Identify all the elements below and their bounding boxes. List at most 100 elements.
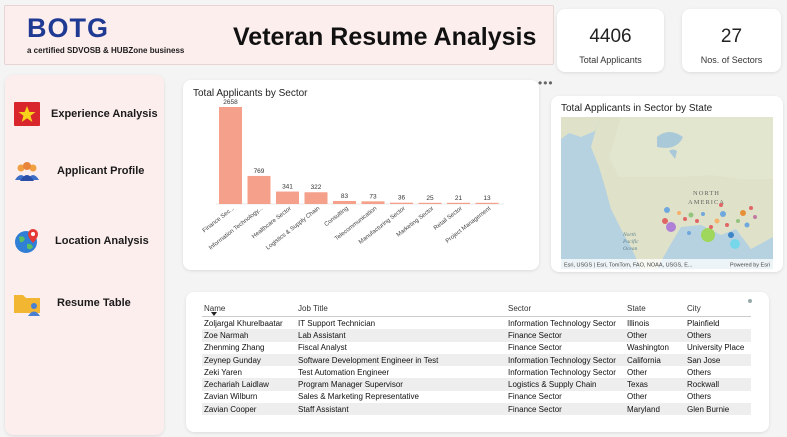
table-cell-sector: Finance Sector <box>508 392 562 402</box>
category-tick-label: Information Technology... <box>208 206 264 252</box>
data-label: 322 <box>311 184 322 191</box>
bar[interactable] <box>447 202 470 204</box>
table-cell-sector: Information Technology Sector <box>506 353 625 367</box>
north-america-map: NORTH AMERICA North Pacific Ocean Esri, … <box>561 117 773 269</box>
data-label: 769 <box>254 168 265 175</box>
nav-applicant-profile[interactable]: Applicant Profile <box>5 154 164 190</box>
table-row[interactable]: Zechariah Laidlaw Program Manager Supervi… <box>202 378 751 391</box>
header-banner: BOTG a certified SDVOSB & HUBZone busine… <box>4 5 554 65</box>
table-row[interactable]: Zeynep Gunday Software Development Engine… <box>202 353 751 367</box>
table-cell-state: Other <box>627 392 648 402</box>
table-cell-name: Zhenming Zhang <box>204 343 265 353</box>
kpi-value: 27 <box>720 26 743 47</box>
table-cell-name: Zoljargal Khurelbaatar <box>204 318 283 328</box>
kpi-value: 4406 <box>589 26 632 47</box>
nav-resume-table[interactable]: Resume Table <box>5 286 164 322</box>
table-cell-state: Illinois <box>627 318 650 328</box>
bar[interactable] <box>475 202 499 204</box>
table-cell-city: Rockwall <box>685 378 751 391</box>
table-cell-city: San Jose <box>685 353 751 367</box>
table-cell-name: Zeki Yaren <box>204 367 242 377</box>
globe-pin-icon <box>15 229 38 253</box>
resume-table-card: Name Job Title Sector State City Zoljarg… <box>186 292 769 432</box>
bar[interactable] <box>390 202 413 204</box>
table-body: Zoljargal Khurelbaatar IT Support Technic… <box>202 317 751 416</box>
table-row[interactable]: Zoe Narmah Lab Assistant Finance Sector Oth… <box>202 329 751 342</box>
kpi-label: Total Applicants <box>579 55 642 65</box>
map-label-north: NORTH <box>693 190 720 197</box>
column-header-sector[interactable]: Sector <box>506 300 625 317</box>
star-flag-icon <box>14 102 40 126</box>
table-cell-sector: Information Technology Sector <box>508 318 616 328</box>
bar[interactable] <box>276 191 299 204</box>
bar[interactable] <box>219 107 242 204</box>
data-label: 73 <box>369 193 377 200</box>
nav-label: Applicant Profile <box>57 165 145 177</box>
table-cell-job-title: Software Development Engineer in Test <box>296 353 506 367</box>
kpi-nos-of-sectors: 27 Nos. of Sectors <box>682 9 781 72</box>
svg-text:North: North <box>622 232 636 238</box>
table-row[interactable]: Zavian Cooper Staff Assistant Finance Sect… <box>202 403 751 416</box>
table-cell-job-title: IT Support Technician <box>298 318 376 328</box>
table-cell-city: Others <box>687 392 712 402</box>
table-cell-job-title: Lab Assistant <box>296 329 506 342</box>
table-cell-city: Others <box>685 329 751 342</box>
column-header-city[interactable]: City <box>685 300 751 317</box>
nav-label: Location Analysis <box>55 235 149 247</box>
table-cell-name: Zavian Cooper <box>202 403 296 416</box>
column-header-job-title[interactable]: Job Title <box>296 300 506 317</box>
table-cell-state: Texas <box>625 378 685 391</box>
map-attribution: Esri, USGS | Esri, TomTom, FAO, NOAA, US… <box>564 263 693 269</box>
data-label: 21 <box>455 195 463 202</box>
data-label: 83 <box>341 193 349 200</box>
resume-table: Name Job Title Sector State City Zoljarg… <box>202 300 751 416</box>
people-group-icon <box>15 162 39 181</box>
kpi-total-applicants: 4406 Total Applicants <box>557 9 664 72</box>
table-cell-name: Zeynep Gunday <box>202 353 296 367</box>
data-label: 36 <box>398 195 406 202</box>
bar[interactable] <box>247 175 271 204</box>
more-options-icon[interactable]: ••• <box>538 76 554 90</box>
table-cell-sector: Information Technology Sector <box>508 367 616 377</box>
table-cell-name: Zavian Wilburn <box>204 392 258 402</box>
scrollbar-indicator[interactable] <box>748 299 752 303</box>
table-row[interactable]: Zhenming Zhang Fiscal Analyst Finance Sect… <box>202 342 751 354</box>
table-row[interactable]: Zeki Yaren Test Automation Engineer Inform… <box>202 366 751 378</box>
table-cell-job-title: Test Automation Engineer <box>298 367 390 377</box>
chart-card-applicants-by-sector: Total Applicants by Sector 2658 Finance S… <box>183 80 539 270</box>
table-cell-state: Washington <box>627 343 669 353</box>
data-label: 2658 <box>223 99 238 106</box>
table-cell-job-title: Program Manager Supervisor <box>296 378 506 391</box>
table-row[interactable]: Zoljargal Khurelbaatar IT Support Technic… <box>202 317 751 330</box>
bar[interactable] <box>361 201 385 204</box>
bar[interactable] <box>304 192 328 204</box>
table-cell-city: Glen Burnie <box>685 403 751 416</box>
bar[interactable] <box>418 202 442 204</box>
company-logo: BOTG <box>27 13 109 43</box>
bar-chart: 2658Finance Sec...769Information Technol… <box>202 99 504 252</box>
table-cell-city: Plainfield <box>687 318 720 328</box>
table-cell-state: Maryland <box>625 403 685 416</box>
kpi-label: Nos. of Sectors <box>700 55 763 65</box>
data-label: 341 <box>282 184 293 191</box>
bar[interactable] <box>333 200 356 204</box>
table-cell-city: Others <box>687 367 712 377</box>
nav-location-analysis[interactable]: Location Analysis <box>5 224 164 260</box>
data-label: 13 <box>483 195 491 202</box>
map-title: Total Applicants in Sector by State <box>561 103 713 114</box>
folder-person-icon <box>14 295 40 316</box>
nav-label: Experience Analysis <box>51 108 158 120</box>
svg-text:Ocean: Ocean <box>623 246 638 252</box>
map-visual[interactable]: NORTH AMERICA North Pacific Ocean Esri, … <box>561 117 773 269</box>
nav-label: Resume Table <box>57 297 131 309</box>
table-cell-sector: Finance Sector <box>506 329 625 342</box>
table-cell-sector: Logistics & Supply Chain <box>506 378 625 391</box>
table-cell-state: Other <box>627 367 648 377</box>
category-tick-label: Consulting <box>324 206 350 228</box>
column-header-state[interactable]: State <box>625 300 685 317</box>
table-cell-city: University Place <box>687 343 745 353</box>
data-label: 25 <box>426 195 434 202</box>
nav-experience-analysis[interactable]: Experience Analysis <box>5 97 164 133</box>
table-cell-state: Other <box>625 329 685 342</box>
table-row[interactable]: Zavian Wilburn Sales & Marketing Represen… <box>202 391 751 403</box>
